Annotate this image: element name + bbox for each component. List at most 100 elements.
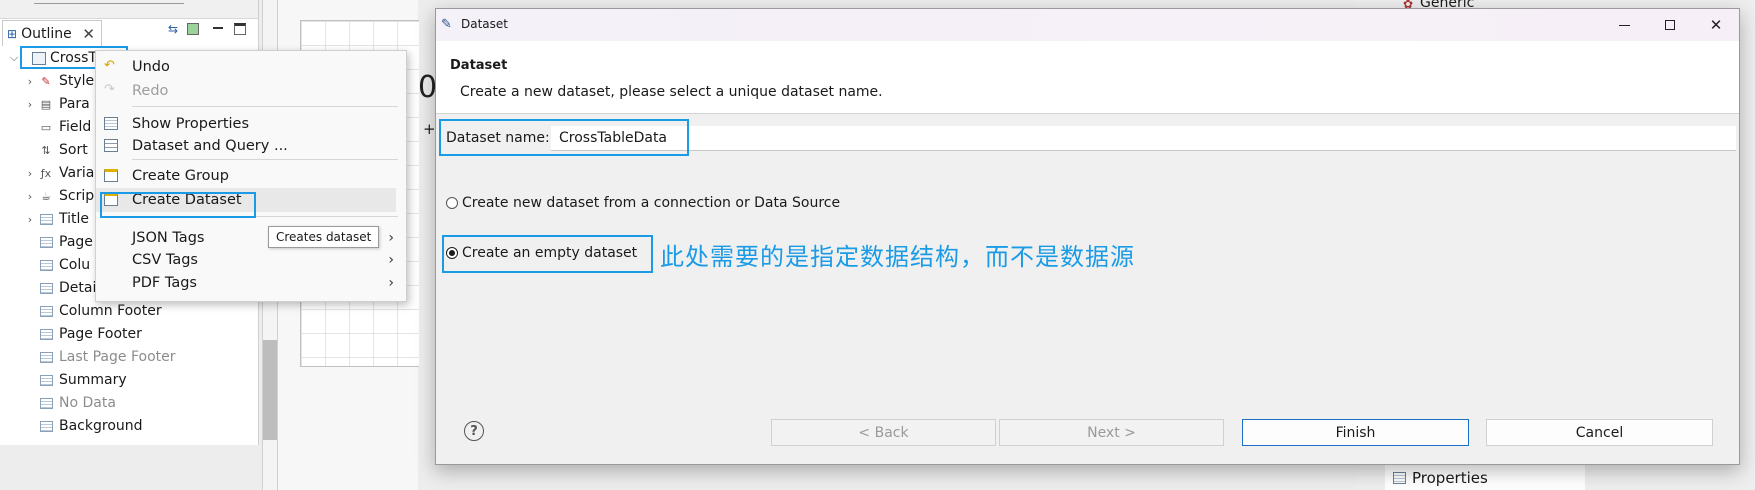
menu-item-create-group[interactable]: Create Group — [96, 164, 406, 188]
tree-item[interactable]: › ☕ Scrip — [24, 185, 94, 207]
sort-icon: ⇅ — [41, 143, 51, 157]
band-icon — [38, 419, 54, 433]
radio-connection[interactable] — [446, 197, 458, 209]
chevron-down-icon[interactable]: ⌵ — [8, 51, 20, 65]
outline-tab[interactable]: ⊞ Outline ✕ — [2, 20, 102, 46]
collapse-all-icon[interactable]: ⇆ — [168, 22, 178, 36]
help-icon[interactable]: ? — [464, 421, 484, 441]
parameter-icon: ▤ — [40, 97, 52, 111]
menu-item-csv-tags[interactable]: CSV Tags › — [96, 248, 406, 272]
header-description: Create a new dataset, please select a un… — [460, 84, 883, 100]
style-brush-icon: ✎ — [41, 74, 51, 88]
chevron-right-icon[interactable]: › — [24, 213, 36, 226]
submenu-arrow-icon: › — [388, 275, 394, 291]
jaspersoft-icon: ✎ — [441, 17, 452, 32]
band-icon — [38, 373, 54, 387]
properties-tab-label: Properties — [1412, 468, 1488, 487]
outline-tab-label: Outline — [21, 25, 72, 42]
tree-item-label: No Data — [59, 395, 116, 411]
outline-icon: ⊞ — [7, 26, 18, 41]
tree-item-label: Varia — [59, 165, 95, 181]
maximize-button[interactable] — [1647, 9, 1693, 41]
properties-icon — [1393, 471, 1406, 484]
close-icon: ✕ — [1709, 16, 1723, 34]
close-button[interactable]: ✕ — [1693, 9, 1739, 41]
dataset-name-highlight-box — [439, 119, 689, 156]
tree-item-label: Scrip — [59, 188, 95, 204]
create-dataset-highlight-box — [100, 192, 256, 218]
tree-item-label: Sort — [59, 142, 88, 158]
band-icon — [38, 212, 54, 226]
tree-item[interactable]: Page — [24, 231, 93, 253]
tree-item-label: Summary — [59, 372, 127, 388]
close-icon[interactable]: ✕ — [82, 25, 95, 43]
minimize-button[interactable] — [1601, 9, 1647, 41]
table-icon — [104, 139, 118, 152]
undo-icon: ↶ — [104, 58, 115, 73]
outline-topbar — [0, 0, 258, 19]
tree-item[interactable]: Colu — [24, 254, 90, 276]
ruler-scrollbar[interactable] — [263, 340, 277, 440]
variable-fx-icon: ƒx — [40, 166, 52, 180]
band-icon — [38, 350, 54, 364]
properties-tab[interactable]: Properties — [1385, 464, 1585, 490]
tree-item[interactable]: Column Footer — [24, 300, 162, 322]
tree-item[interactable]: No Data — [24, 392, 116, 414]
tree-item-label: Style — [59, 73, 95, 89]
menu-item-pdf-tags[interactable]: PDF Tags › — [96, 271, 406, 295]
tooltip: Creates dataset — [268, 226, 380, 248]
properties-icon — [104, 117, 118, 130]
drag-grip[interactable] — [34, 3, 184, 4]
band-icon — [38, 258, 54, 272]
tree-item[interactable]: › ✎ Style — [24, 70, 94, 92]
menu-item-undo[interactable]: ↶ Undo — [96, 55, 406, 79]
chevron-right-icon[interactable]: › — [24, 98, 36, 111]
empty-dataset-highlight-box — [442, 235, 653, 273]
next-button: Next > — [999, 419, 1224, 446]
maximize-icon — [1665, 20, 1675, 30]
tree-item[interactable]: Detai — [24, 277, 96, 299]
chevron-right-icon[interactable]: › — [24, 190, 36, 203]
band-icon — [38, 281, 54, 295]
tree-item[interactable]: ▭ Field — [24, 116, 92, 138]
tree-item[interactable]: Page Footer — [24, 323, 142, 345]
tree-item[interactable]: › ƒx Varia — [24, 162, 95, 184]
minimize-icon[interactable] — [213, 27, 223, 29]
tree-item[interactable]: › ▤ Para — [24, 93, 90, 115]
tree-item-label: Field — [59, 119, 92, 135]
menu-item-show-properties[interactable]: Show Properties — [96, 112, 406, 136]
header-title: Dataset — [450, 58, 508, 73]
tree-item-label: Page Footer — [59, 326, 142, 342]
maximize-icon[interactable] — [234, 23, 246, 35]
cancel-button[interactable]: Cancel — [1486, 419, 1713, 446]
dialog-header: Dataset Create a new dataset, please sel… — [436, 41, 1739, 114]
tree-item-label: Background — [59, 418, 143, 434]
band-icon — [38, 235, 54, 249]
tree-item-label: Column Footer — [59, 303, 162, 319]
finish-button[interactable]: Finish — [1242, 419, 1469, 446]
menu-item-dataset-and-query[interactable]: Dataset and Query ... — [96, 134, 406, 158]
band-icon — [38, 396, 54, 410]
tree-item[interactable]: Summary — [24, 369, 127, 391]
tree-item[interactable]: ⇅ Sort — [24, 139, 88, 161]
tree-item[interactable]: Background — [24, 415, 143, 437]
view-menu-icon[interactable] — [187, 23, 199, 35]
submenu-arrow-icon: › — [388, 252, 394, 268]
tree-item[interactable]: Last Page Footer — [24, 346, 176, 368]
option-connection-label[interactable]: Create new dataset from a connection or … — [462, 195, 840, 211]
chevron-right-icon[interactable]: › — [24, 75, 36, 88]
menu-separator — [132, 106, 398, 107]
dialog-titlebar[interactable]: ✎ Dataset ✕ — [436, 9, 1739, 41]
dataset-name-input[interactable] — [551, 126, 1736, 151]
band-icon — [38, 327, 54, 341]
dataset-dialog: ✎ Dataset ✕ Dataset Create a new dataset… — [435, 8, 1740, 465]
tree-item-label: Colu — [59, 257, 91, 273]
redo-icon: ↷ — [104, 82, 115, 97]
tree-item-label: Last Page Footer — [59, 349, 176, 365]
context-menu: ↶ Undo ↷ Redo Show Properties Dataset an… — [95, 50, 407, 302]
dialog-window-title: Dataset — [461, 17, 508, 31]
chevron-right-icon[interactable]: › — [24, 167, 36, 180]
field-icon: ▭ — [40, 120, 52, 134]
tree-item[interactable]: › Title — [24, 208, 89, 230]
minimize-icon — [1618, 24, 1630, 26]
